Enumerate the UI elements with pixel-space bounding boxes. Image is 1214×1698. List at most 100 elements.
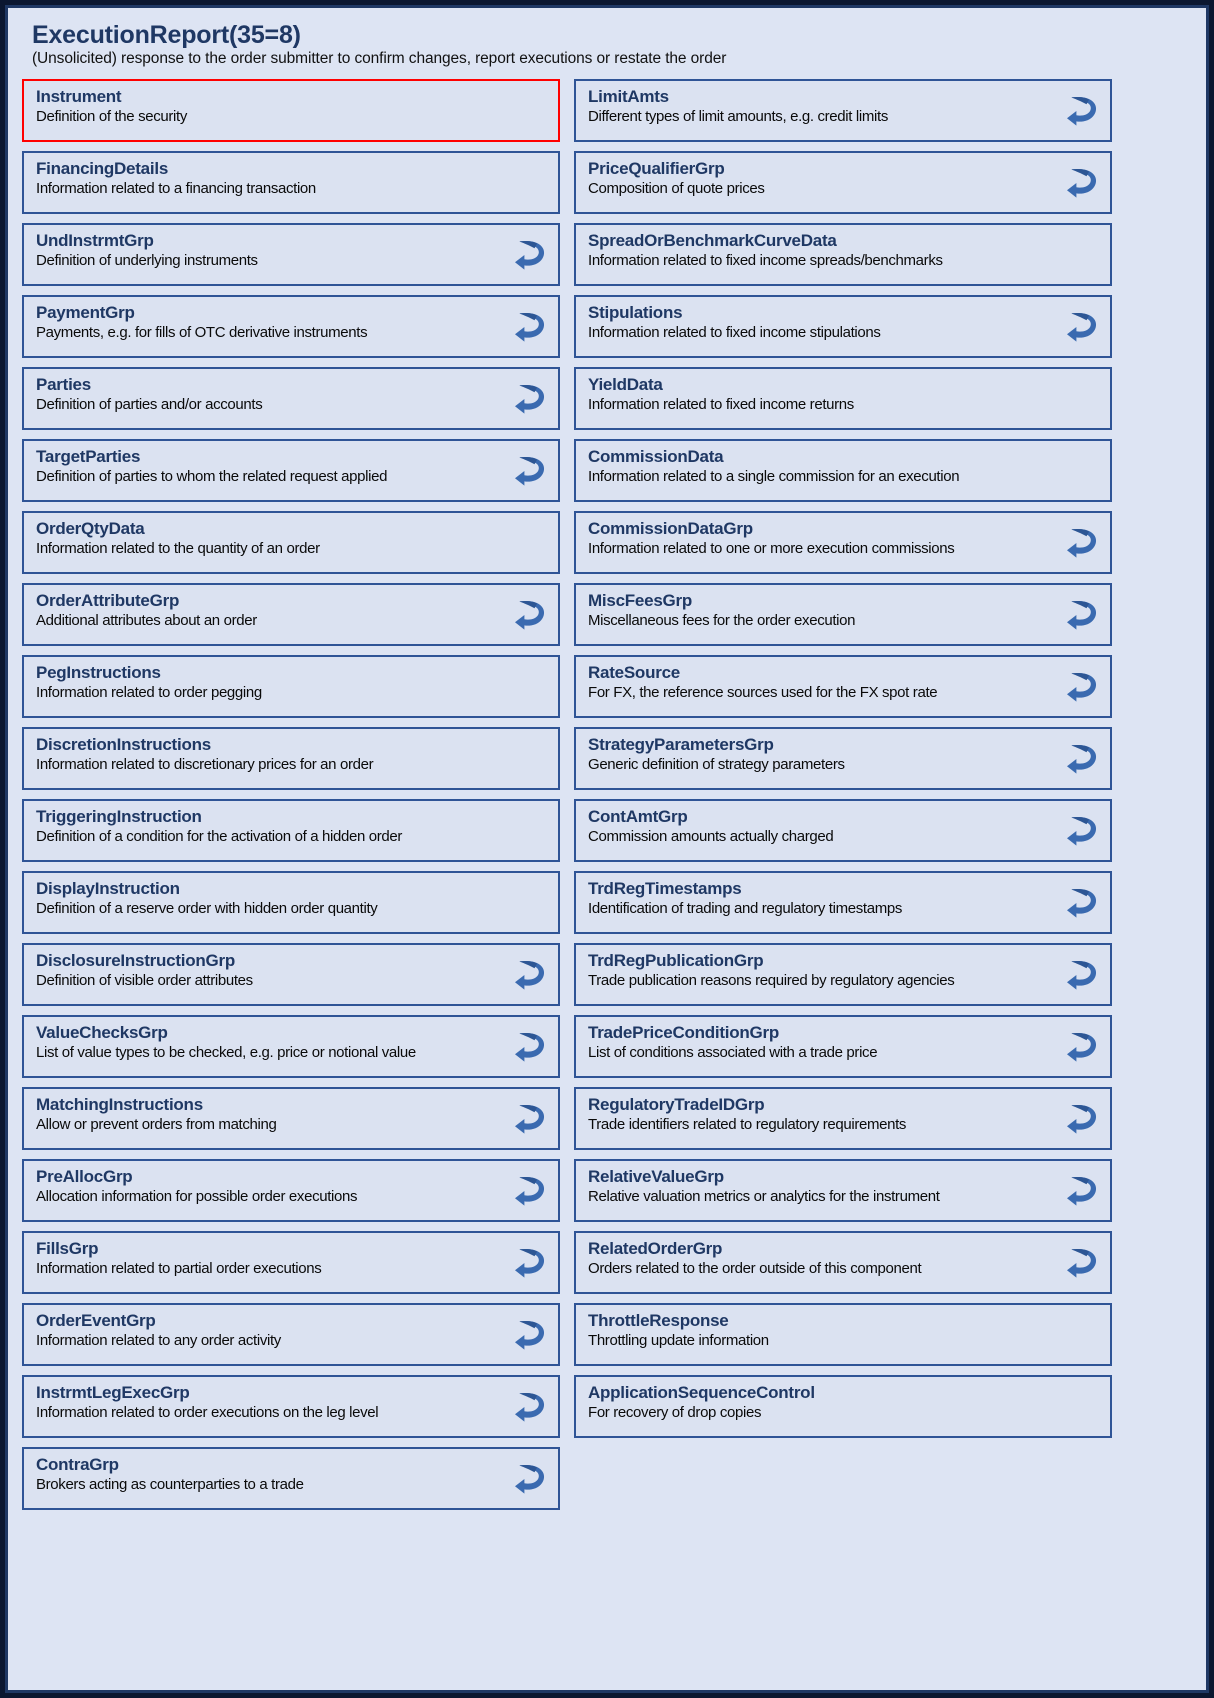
component-box[interactable]: StrategyParametersGrp Generic definition … (574, 727, 1112, 791)
component-box[interactable]: PaymentGrp Payments, e.g. for fills of OT… (22, 295, 560, 359)
component-box[interactable]: PriceQualifierGrp Composition of quote pr… (574, 151, 1112, 215)
repeat-loop-arrow-icon (510, 451, 550, 491)
execution-report-panel: ExecutionReport(35=8) (Unsolicited) resp… (5, 5, 1209, 1693)
repeat-loop-arrow-icon (510, 379, 550, 419)
component-description: Allow or prevent orders from matching (36, 1116, 277, 1134)
component-description: Information related to a single commissi… (588, 468, 960, 486)
component-box[interactable]: CommissionData Information related to a s… (574, 439, 1112, 503)
component-description: Payments, e.g. for fills of OTC derivati… (36, 324, 368, 342)
component-box[interactable]: RegulatoryTradeIDGrp Trade identifiers re… (574, 1087, 1112, 1151)
component-box[interactable]: RelativeValueGrp Relative valuation metri… (574, 1159, 1112, 1223)
component-description: Information related to partial order exe… (36, 1260, 322, 1278)
component-box[interactable]: RelatedOrderGrp Orders related to the ord… (574, 1231, 1112, 1295)
component-box[interactable]: OrderAttributeGrp Additional attributes a… (22, 583, 560, 647)
component-box[interactable]: ContraGrp Brokers acting as counterpartie… (22, 1447, 560, 1511)
repeat-loop-arrow-icon (510, 235, 550, 275)
component-description: Miscellaneous fees for the order executi… (588, 612, 856, 630)
component-description: Generic definition of strategy parameter… (588, 756, 845, 774)
right-component-column: LimitAmts Different types of limit amount… (574, 79, 1112, 1439)
component-name: CommissionDataGrp (588, 519, 753, 539)
component-name: Instrument (36, 87, 122, 107)
component-name: RegulatoryTradeIDGrp (588, 1095, 765, 1115)
component-box[interactable]: TrdRegTimestamps Identification of tradin… (574, 871, 1112, 935)
component-name: StrategyParametersGrp (588, 735, 774, 755)
component-description: For recovery of drop copies (588, 1404, 762, 1422)
component-box[interactable]: FillsGrp Information related to partial o… (22, 1231, 560, 1295)
component-description: Information related to a financing trans… (36, 180, 316, 198)
repeat-loop-arrow-icon (510, 1243, 550, 1283)
repeat-loop-arrow-icon (1062, 811, 1102, 851)
component-description: Trade identifiers related to regulatory … (588, 1116, 907, 1134)
component-name: FinancingDetails (36, 159, 169, 179)
component-box[interactable]: Instrument Definition of the security (22, 79, 560, 143)
component-box[interactable]: DisplayInstruction Definition of a reserv… (22, 871, 560, 935)
component-box[interactable]: ContAmtGrp Commission amounts actually ch… (574, 799, 1112, 863)
component-description: Information related to order executions … (36, 1404, 379, 1422)
component-box[interactable]: InstrmtLegExecGrp Information related to … (22, 1375, 560, 1439)
component-description: Information related to the quantity of a… (36, 540, 320, 558)
component-description: Definition of a reserve order with hidde… (36, 900, 378, 918)
component-description: Definition of parties and/or accounts (36, 396, 263, 414)
component-box[interactable]: Stipulations Information related to fixed… (574, 295, 1112, 359)
component-box[interactable]: Parties Definition of parties and/or acco… (22, 367, 560, 431)
component-name: Parties (36, 375, 91, 395)
component-box[interactable]: SpreadOrBenchmarkCurveData Information re… (574, 223, 1112, 287)
component-box[interactable]: ApplicationSequenceControl For recovery o… (574, 1375, 1112, 1439)
component-box[interactable]: ThrottleResponse Throttling update inform… (574, 1303, 1112, 1367)
component-name: RateSource (588, 663, 680, 683)
component-box[interactable]: TrdRegPublicationGrp Trade publication re… (574, 943, 1112, 1007)
component-name: InstrmtLegExecGrp (36, 1383, 190, 1403)
component-box[interactable]: OrderQtyData Information related to the q… (22, 511, 560, 575)
component-description: Orders related to the order outside of t… (588, 1260, 922, 1278)
component-box[interactable]: PreAllocGrp Allocation information for po… (22, 1159, 560, 1223)
component-box[interactable]: TriggeringInstruction Definition of a con… (22, 799, 560, 863)
component-name: TargetParties (36, 447, 141, 467)
repeat-loop-arrow-icon (510, 307, 550, 347)
component-box[interactable]: DiscretionInstructions Information relate… (22, 727, 560, 791)
component-box[interactable]: UndInstrmtGrp Definition of underlying in… (22, 223, 560, 287)
component-name: CommissionData (588, 447, 724, 467)
repeat-loop-arrow-icon (1062, 883, 1102, 923)
component-box[interactable]: RateSource For FX, the reference sources … (574, 655, 1112, 719)
component-name: OrderAttributeGrp (36, 591, 180, 611)
panel-header: ExecutionReport(35=8) (Unsolicited) resp… (22, 18, 1194, 79)
left-component-column: Instrument Definition of the security Fina… (22, 79, 560, 1511)
repeat-loop-arrow-icon (1062, 1027, 1102, 1067)
component-description: Definition of the security (36, 108, 187, 126)
component-description: Information related to one or more execu… (588, 540, 955, 558)
component-box[interactable]: OrderEventGrp Information related to any … (22, 1303, 560, 1367)
component-description: Allocation information for possible orde… (36, 1188, 358, 1206)
repeat-loop-arrow-icon (510, 1315, 550, 1355)
repeat-loop-arrow-icon (1062, 163, 1102, 203)
repeat-loop-arrow-icon (510, 1027, 550, 1067)
component-box[interactable]: YieldData Information related to fixed in… (574, 367, 1112, 431)
component-columns: Instrument Definition of the security Fina… (22, 79, 1194, 1511)
repeat-loop-arrow-icon (510, 1099, 550, 1139)
component-box[interactable]: ValueChecksGrp List of value types to be … (22, 1015, 560, 1079)
component-name: TrdRegTimestamps (588, 879, 742, 899)
component-box[interactable]: PegInstructions Information related to or… (22, 655, 560, 719)
component-name: TradePriceConditionGrp (588, 1023, 779, 1043)
component-box[interactable]: DisclosureInstructionGrp Definition of vi… (22, 943, 560, 1007)
component-box[interactable]: MatchingInstructions Allow or prevent ord… (22, 1087, 560, 1151)
component-box[interactable]: MiscFeesGrp Miscellaneous fees for the or… (574, 583, 1112, 647)
repeat-loop-arrow-icon (1062, 1243, 1102, 1283)
page-title: ExecutionReport(35=8) (32, 21, 301, 49)
component-box[interactable]: TargetParties Definition of parties to wh… (22, 439, 560, 503)
component-name: UndInstrmtGrp (36, 231, 154, 251)
repeat-loop-arrow-icon (510, 1459, 550, 1499)
component-description: Trade publication reasons required by re… (588, 972, 955, 990)
component-box[interactable]: LimitAmts Different types of limit amount… (574, 79, 1112, 143)
repeat-loop-arrow-icon (1062, 1171, 1102, 1211)
component-name: RelativeValueGrp (588, 1167, 724, 1187)
component-description: Information related to discretionary pri… (36, 756, 374, 774)
repeat-loop-arrow-icon (510, 595, 550, 635)
component-name: FillsGrp (36, 1239, 99, 1259)
component-box[interactable]: FinancingDetails Information related to a… (22, 151, 560, 215)
component-box[interactable]: TradePriceConditionGrp List of conditions… (574, 1015, 1112, 1079)
component-name: ThrottleResponse (588, 1311, 729, 1331)
component-description: List of conditions associated with a tra… (588, 1044, 878, 1062)
component-box[interactable]: CommissionDataGrp Information related to … (574, 511, 1112, 575)
component-name: OrderQtyData (36, 519, 145, 539)
repeat-loop-arrow-icon (1062, 91, 1102, 131)
